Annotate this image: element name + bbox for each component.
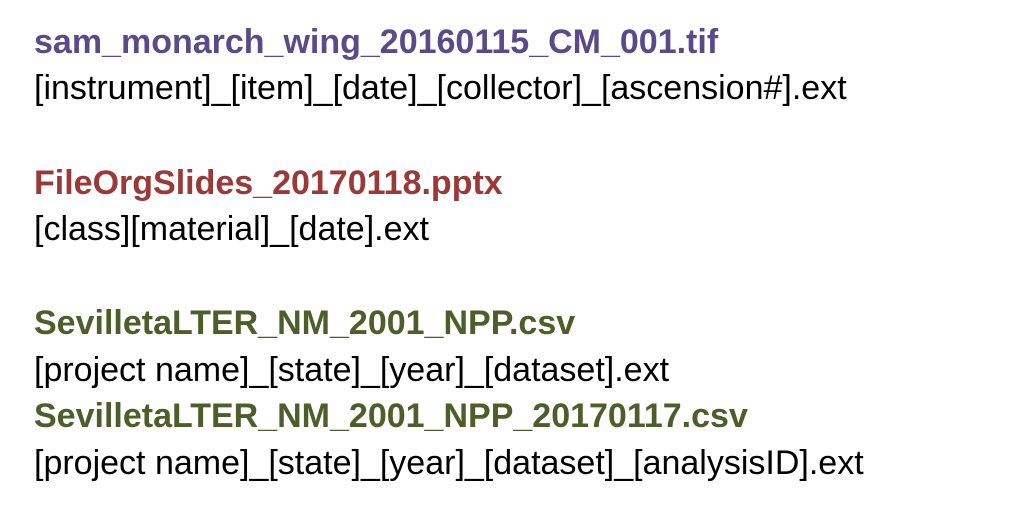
example-filename-3: SevilletaLTER_NM_2001_NPP.csv <box>34 304 576 342</box>
file-naming-slide: sam_monarch_wing_20160115_CM_001.tif [in… <box>34 0 1024 505</box>
example-filename-4: SevilletaLTER_NM_2001_NPP_20170117.csv <box>34 397 748 435</box>
example-pattern-1: [instrument]_[item]_[date]_[collector]_[… <box>34 69 847 107</box>
example-filename-1: sam_monarch_wing_20160115_CM_001.tif <box>34 23 719 61</box>
example-pattern-3: [project name]_[state]_[year]_[dataset].… <box>34 351 670 389</box>
example-filename-2: FileOrgSlides_20170118.pptx <box>34 164 503 202</box>
example-pattern-4: [project name]_[state]_[year]_[dataset]_… <box>34 444 864 482</box>
example-pattern-2: [class][material]_[date].ext <box>34 210 429 248</box>
